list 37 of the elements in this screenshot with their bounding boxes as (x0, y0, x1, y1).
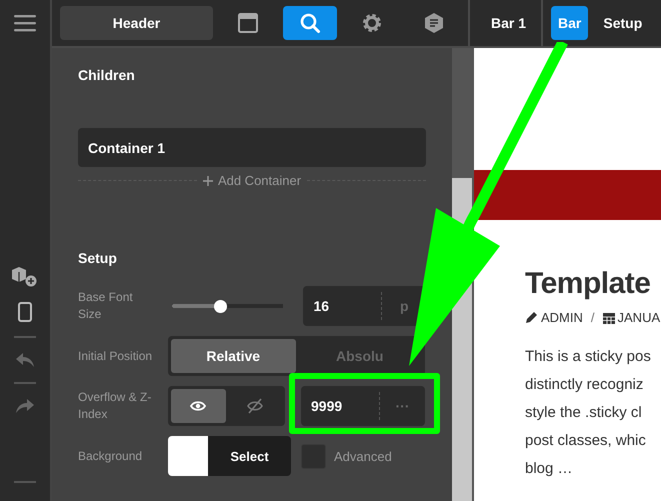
pencil-icon (525, 311, 538, 324)
post-date: JANUA (618, 310, 660, 325)
search-icon (299, 12, 321, 34)
breadcrumb-tab[interactable]: Bar 1 (484, 6, 534, 40)
eye-off-icon (246, 398, 264, 414)
redo-icon[interactable] (15, 398, 35, 414)
container-item[interactable]: Container 1 (78, 128, 426, 167)
field-label: Initial Position (78, 348, 154, 364)
menu-icon[interactable] (14, 14, 36, 32)
plus-icon (202, 176, 213, 186)
eye-button[interactable] (171, 389, 226, 423)
post-author: ADMIN (541, 310, 583, 325)
search-button[interactable] (283, 6, 337, 40)
field-label: Background (78, 448, 144, 464)
post-title: Template (525, 266, 650, 302)
header-button[interactable]: Header (60, 6, 213, 40)
post-excerpt: This is a sticky pos distinctly recogniz style the .sticky cl post classes, whic blog … (525, 347, 652, 479)
z-index-field[interactable]: 9999 ··· (301, 386, 425, 426)
note-icon (423, 12, 445, 34)
mobile-icon[interactable] (18, 302, 32, 322)
window-icon (238, 13, 258, 33)
calendar-icon (602, 311, 615, 324)
position-option[interactable]: Relative (171, 339, 296, 373)
settings-icon (361, 12, 383, 34)
undo-icon[interactable] (15, 352, 35, 368)
field-label: Base Font Size (78, 289, 134, 323)
eye-icon (190, 400, 206, 412)
add-container-button[interactable]: Add Container (202, 173, 302, 188)
field-label: Overflow & Z-Index (78, 389, 152, 423)
breadcrumb-tab[interactable]: Setup (596, 6, 650, 40)
section-title: Setup (78, 250, 118, 266)
select-button[interactable]: Select (208, 436, 291, 476)
section-title: Children (78, 67, 136, 83)
color-swatch[interactable] (168, 436, 208, 476)
checkbox-label: Advanced (334, 448, 392, 464)
slider-thumb[interactable] (214, 300, 227, 312)
meta-separator: / (590, 310, 595, 325)
